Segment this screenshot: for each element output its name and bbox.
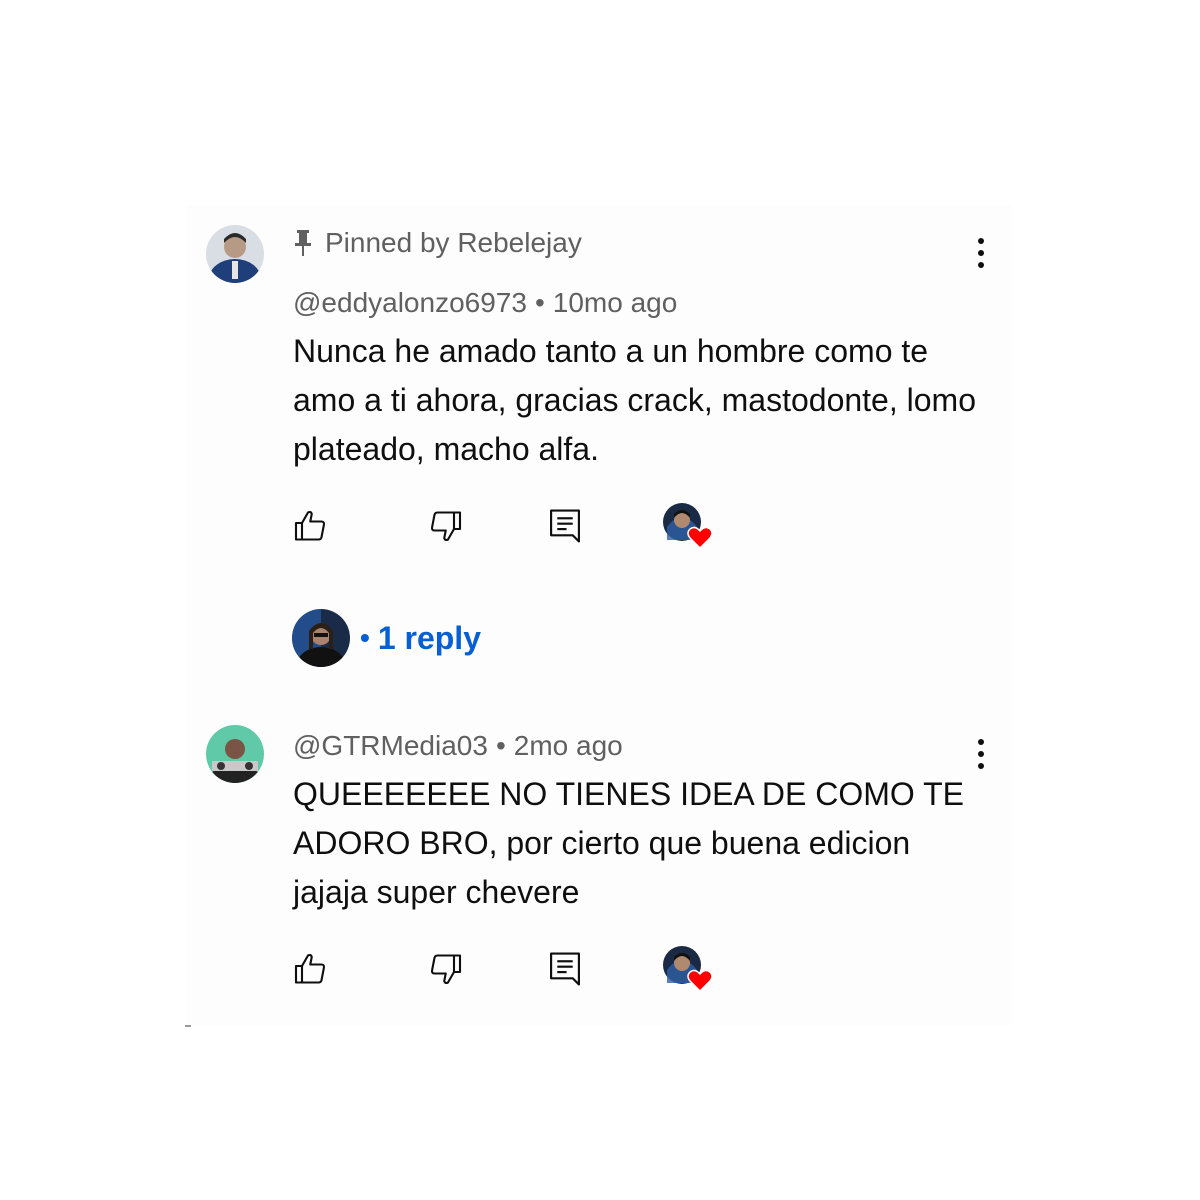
comment-text: QUEEEEEEE NO TIENES IDEA DE COMO TE ADOR… (293, 776, 964, 910)
pin-icon (295, 230, 311, 256)
thumbs-down-icon (430, 511, 462, 542)
creator-avatar (292, 609, 350, 667)
more-vertical-icon (978, 238, 984, 244)
more-actions-button[interactable] (967, 233, 995, 273)
reply-button[interactable] (541, 502, 589, 550)
comments-panel: Pinned by Rebelejay @eddyalonzo6973 • 10mo… (186, 205, 1012, 1025)
creator-heart-badge[interactable] (662, 945, 716, 993)
view-replies-button[interactable]: • 1 reply (292, 609, 481, 667)
creator-heart-badge[interactable] (662, 502, 716, 550)
thumbs-up-icon (294, 953, 326, 984)
comment-meta: @GTRMedia03 • 2mo ago (293, 730, 623, 762)
like-button[interactable] (287, 502, 335, 550)
comment-time[interactable]: 10mo ago (553, 287, 678, 318)
author-name[interactable]: @eddyalonzo6973 (293, 287, 527, 318)
divider-mark (185, 1025, 191, 1027)
reply-comment-icon (550, 509, 580, 543)
avatar[interactable] (206, 225, 264, 283)
meta-separator: • (534, 287, 545, 318)
comment-actions (186, 502, 1012, 562)
reply-button[interactable] (541, 945, 589, 993)
meta-separator: • (495, 730, 506, 761)
reply-count[interactable]: 1 reply (378, 620, 481, 657)
comment-time[interactable]: 2mo ago (514, 730, 623, 761)
pinned-indicator: Pinned by Rebelejay (293, 227, 582, 259)
more-vertical-icon (978, 739, 984, 745)
like-button[interactable] (287, 945, 335, 993)
author-name[interactable]: @GTRMedia03 (293, 730, 488, 761)
comment-thread-pinned: Pinned by Rebelejay @eddyalonzo6973 • 10mo… (186, 205, 1012, 685)
comments-page: Pinned by Rebelejay @eddyalonzo6973 • 10mo… (0, 0, 1200, 1200)
dislike-button[interactable] (421, 502, 469, 550)
reply-count-prefix: • (360, 622, 370, 653)
reply-comment-icon (550, 952, 580, 986)
avatar[interactable] (206, 725, 264, 783)
thumbs-down-icon (430, 954, 462, 985)
thumbs-up-icon (294, 510, 326, 541)
comment-actions (186, 945, 1012, 1005)
creator-heart-icon (687, 969, 713, 993)
dislike-button[interactable] (421, 945, 469, 993)
comment-text: Nunca he amado tanto a un hombre como te… (293, 333, 976, 467)
comment-meta: @eddyalonzo6973 • 10mo ago (293, 287, 677, 319)
pinned-label: Pinned by Rebelejay (325, 227, 582, 258)
creator-heart-icon (687, 526, 713, 550)
more-actions-button[interactable] (967, 734, 995, 774)
comment-thread: @GTRMedia03 • 2mo ago QUEEEEEEE NO TIENES … (186, 710, 1012, 1010)
